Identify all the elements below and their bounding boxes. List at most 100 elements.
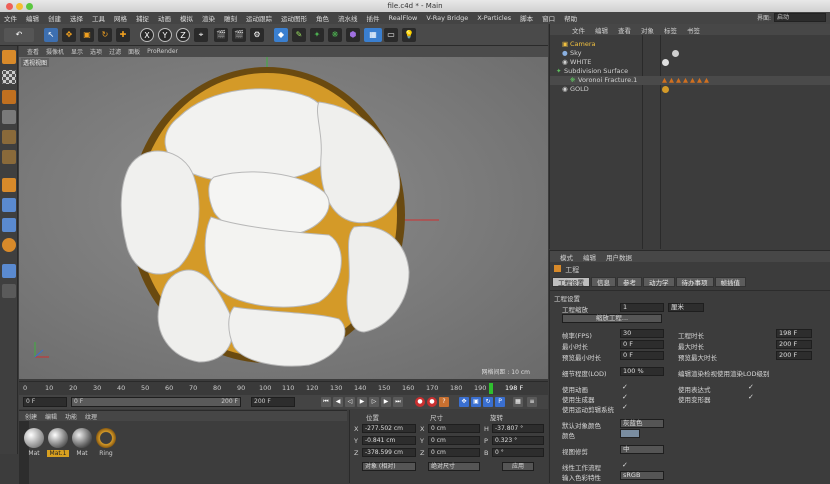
- attribute-menu-item[interactable]: 用户数据: [606, 252, 632, 262]
- object-row-white[interactable]: ◉ WHITE: [550, 58, 830, 67]
- rotation-p-field[interactable]: 0.323 °: [492, 436, 544, 445]
- tab-project-settings[interactable]: 工程设置: [552, 277, 590, 287]
- render-view-icon[interactable]: 🎬: [214, 28, 228, 42]
- recent-tool-icon[interactable]: ✚: [116, 28, 130, 42]
- render-picture-viewer-icon[interactable]: 🎬: [232, 28, 246, 42]
- color-swatch[interactable]: [620, 429, 640, 438]
- position-y-field[interactable]: -0.841 cm: [362, 436, 416, 445]
- menu-item[interactable]: 插件: [367, 13, 380, 23]
- menu-item[interactable]: 选择: [70, 13, 83, 23]
- x-axis-lock-button[interactable]: X: [140, 28, 154, 42]
- object-menu-item[interactable]: 标签: [664, 25, 677, 35]
- scale-icon[interactable]: ▣: [80, 28, 94, 42]
- move-key-icon[interactable]: ✥: [459, 397, 469, 407]
- use-motion-system-checkbox[interactable]: ✓: [622, 403, 630, 411]
- min-time-field[interactable]: 0 F: [620, 340, 664, 349]
- viewport-menu-item[interactable]: 面板: [128, 47, 140, 56]
- object-row-subdivision[interactable]: ✦ Subdivision Surface: [550, 67, 830, 76]
- viewport-menu-item[interactable]: 查看: [27, 47, 39, 56]
- perspective-viewport[interactable]: 透视视图 网格间距 : 10 cm: [19, 57, 548, 379]
- polygons-mode-icon[interactable]: [2, 150, 16, 164]
- preview-max-field[interactable]: 200 F: [776, 351, 812, 360]
- view-clipping-dropdown[interactable]: 中: [620, 445, 664, 454]
- object-row-sky[interactable]: ● Sky: [550, 49, 830, 58]
- material-menu-item[interactable]: 创建: [25, 412, 37, 421]
- snap-icon[interactable]: [2, 218, 16, 232]
- workplane-icon[interactable]: [2, 264, 16, 278]
- viewport-menu-item[interactable]: ProRender: [147, 48, 178, 55]
- material-menu-item[interactable]: 编辑: [45, 412, 57, 421]
- size-z-field[interactable]: 0 cm: [428, 448, 480, 457]
- tab-dynamics[interactable]: 动力学: [643, 277, 675, 287]
- soft-selection-icon[interactable]: [2, 238, 16, 252]
- timeline-options-icon[interactable]: ▦: [513, 397, 523, 407]
- size-x-field[interactable]: 0 cm: [428, 424, 480, 433]
- param-key-icon[interactable]: P: [495, 397, 505, 407]
- menu-item[interactable]: 编辑: [26, 13, 39, 23]
- light-icon[interactable]: 💡: [402, 28, 416, 42]
- timeline-menu-icon[interactable]: ≡: [527, 397, 537, 407]
- timeline-ruler[interactable]: 0 10 20 30 40 50 60 70 80 90 100 110 120…: [19, 381, 548, 395]
- material-swatch[interactable]: Mat.1: [47, 428, 69, 457]
- preview-min-field[interactable]: 0 F: [620, 351, 664, 360]
- project-scale-unit-dropdown[interactable]: 厘米: [668, 303, 704, 312]
- previous-key-icon[interactable]: ◀: [333, 397, 343, 407]
- size-y-field[interactable]: 0 cm: [428, 436, 480, 445]
- make-editable-icon[interactable]: [2, 50, 16, 64]
- menu-item[interactable]: V-Ray Bridge: [426, 14, 468, 22]
- use-generators-checkbox[interactable]: ✓: [622, 393, 630, 401]
- material-swatch[interactable]: Ring: [95, 428, 117, 457]
- rotate-key-icon[interactable]: ↻: [483, 397, 493, 407]
- object-menu-item[interactable]: 对象: [641, 25, 654, 35]
- menu-item[interactable]: 模拟: [180, 13, 193, 23]
- menu-item[interactable]: 文件: [4, 13, 17, 23]
- checkerboard-icon[interactable]: [2, 70, 16, 84]
- menu-item[interactable]: 运动图形: [281, 13, 307, 23]
- tab-reference[interactable]: 参考: [617, 277, 642, 287]
- input-color-profile-dropdown[interactable]: sRGB: [620, 471, 664, 480]
- autokey-icon[interactable]: ●: [427, 397, 437, 407]
- object-menu-item[interactable]: 编辑: [595, 25, 608, 35]
- object-menu-item[interactable]: 查看: [618, 25, 631, 35]
- menu-item[interactable]: 脚本: [520, 13, 533, 23]
- menu-item[interactable]: 动画: [158, 13, 171, 23]
- rotation-h-field[interactable]: -37.807 °: [492, 424, 544, 433]
- default-color-dropdown[interactable]: 灰蓝色: [620, 419, 664, 428]
- tab-frame-interpolation[interactable]: 帧插值: [714, 277, 746, 287]
- material-menu-item[interactable]: 功能: [65, 412, 77, 421]
- attribute-menu-item[interactable]: 模式: [560, 252, 573, 262]
- fractured-sphere[interactable]: [120, 67, 410, 367]
- edges-mode-icon[interactable]: [2, 130, 16, 144]
- project-time-field[interactable]: 198 F: [776, 329, 812, 338]
- menu-item[interactable]: 网格: [114, 13, 127, 23]
- material-swatch[interactable]: Mat: [71, 428, 93, 457]
- next-frame-icon[interactable]: ▷: [369, 397, 379, 407]
- tab-todo[interactable]: 待办事项: [675, 277, 714, 287]
- viewport-menu-item[interactable]: 显示: [71, 47, 83, 56]
- linear-workflow-checkbox[interactable]: ✓: [622, 461, 630, 469]
- deformer-icon[interactable]: ⬢: [346, 28, 360, 42]
- close-window-button[interactable]: [6, 3, 13, 10]
- render-settings-icon[interactable]: ⚙: [250, 28, 264, 42]
- menu-item[interactable]: X-Particles: [477, 14, 511, 22]
- menu-item[interactable]: 帮助: [564, 13, 577, 23]
- project-scale-field[interactable]: 1: [620, 303, 664, 312]
- world-coordinates-icon[interactable]: ⌖: [194, 28, 208, 42]
- z-axis-lock-button[interactable]: Z: [176, 28, 190, 42]
- move-icon[interactable]: ✥: [62, 28, 76, 42]
- go-to-start-icon[interactable]: ⏮: [321, 397, 331, 407]
- viewport-menu-item[interactable]: 摄像机: [46, 47, 64, 56]
- rotate-icon[interactable]: ↻: [98, 28, 112, 42]
- scale-project-button[interactable]: 缩放工程...: [562, 314, 662, 323]
- play-icon[interactable]: ▶: [357, 397, 367, 407]
- keyframe-selection-icon[interactable]: ?: [439, 397, 449, 407]
- menu-item[interactable]: RealFlow: [389, 14, 418, 22]
- menu-item[interactable]: 创建: [48, 13, 61, 23]
- menu-item[interactable]: 运动跟踪: [246, 13, 272, 23]
- coordinate-mode-dropdown[interactable]: 对象 (相对): [362, 462, 416, 471]
- size-mode-dropdown[interactable]: 绝对尺寸: [428, 462, 480, 471]
- scale-key-icon[interactable]: ▣: [471, 397, 481, 407]
- object-menu-item[interactable]: 文件: [572, 25, 585, 35]
- object-row-camera[interactable]: ▣ Camera: [550, 40, 830, 49]
- viewport-menu-item[interactable]: 过滤: [109, 47, 121, 56]
